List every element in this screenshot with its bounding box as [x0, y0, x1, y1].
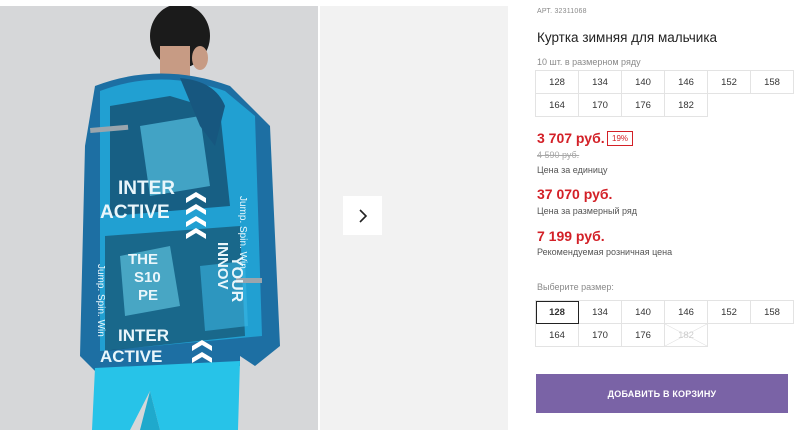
size-option-134[interactable]: 134 [579, 301, 622, 324]
size-option-152[interactable]: 152 [708, 301, 751, 324]
size-option-182-unavailable: 182 [665, 324, 708, 347]
size-row-table: 128 134 140 146 152 158 164 170 176 182 [535, 70, 794, 117]
size-option-176[interactable]: 176 [622, 324, 665, 347]
row-price-caption: Цена за размерный ряд [537, 206, 638, 216]
size-row-cell: 134 [579, 71, 622, 94]
jacket-illustration: INTER ACTIVE THE S10 PE YOUR INNOV INTER… [0, 6, 318, 430]
retail-price-caption: Рекомендуемая розничная цена [537, 247, 673, 257]
size-row-cell: 140 [622, 71, 665, 94]
size-row-note: 10 шт. в размерном ряду [537, 57, 641, 67]
size-row-cell: 146 [665, 71, 708, 94]
size-row-cell: 176 [622, 94, 665, 117]
size-option-146[interactable]: 146 [665, 301, 708, 324]
next-image-button[interactable] [343, 196, 382, 235]
article-label: АРТ. [537, 8, 553, 15]
size-option-170[interactable]: 170 [579, 324, 622, 347]
size-row-cell: 164 [536, 94, 579, 117]
choose-size-label: Выберите размер: [537, 282, 614, 292]
size-row-cell: 128 [536, 71, 579, 94]
svg-text:Jump. Spin. Win: Jump. Spin. Win [237, 196, 248, 269]
unit-price-caption: Цена за единицу [537, 165, 608, 175]
retail-price: 7 199 руб. [537, 228, 605, 244]
product-photo[interactable]: INTER ACTIVE THE S10 PE YOUR INNOV INTER… [0, 6, 318, 430]
article-value: 32311068 [554, 8, 587, 15]
svg-text:Jump. Spin. Win: Jump. Spin. Win [95, 264, 106, 337]
row-price: 37 070 руб. [537, 186, 613, 202]
size-option-128[interactable]: 128 [536, 301, 579, 324]
old-price: 4 590 руб. [537, 150, 580, 160]
svg-text:INNOV: INNOV [214, 242, 231, 290]
size-row-cell: 170 [579, 94, 622, 117]
add-to-cart-button[interactable]: ДОБАВИТЬ В КОРЗИНУ [536, 374, 788, 413]
size-selector: 128 134 140 146 152 158 164 170 176 182 [535, 300, 794, 347]
product-title: Куртка зимняя для мальчика [537, 30, 718, 45]
svg-text:INTER: INTER [118, 178, 175, 199]
svg-text:INTER: INTER [118, 326, 169, 345]
size-row-cell: 152 [708, 71, 751, 94]
discount-badge: 19% [607, 131, 634, 146]
article-number: АРТ. 32311068 [537, 8, 587, 15]
chevron-right-icon [358, 208, 367, 223]
svg-text:THE: THE [128, 251, 158, 268]
size-row-cell: 158 [751, 71, 794, 94]
svg-text:S10: S10 [134, 269, 161, 286]
svg-text:ACTIVE: ACTIVE [100, 347, 162, 366]
svg-text:ACTIVE: ACTIVE [100, 202, 170, 223]
svg-text:PE: PE [138, 287, 158, 304]
size-option-164[interactable]: 164 [536, 324, 579, 347]
size-row-cell: 182 [665, 94, 708, 117]
size-option-140[interactable]: 140 [622, 301, 665, 324]
size-option-158[interactable]: 158 [751, 301, 794, 324]
unit-price: 3 707 руб. [537, 130, 605, 146]
